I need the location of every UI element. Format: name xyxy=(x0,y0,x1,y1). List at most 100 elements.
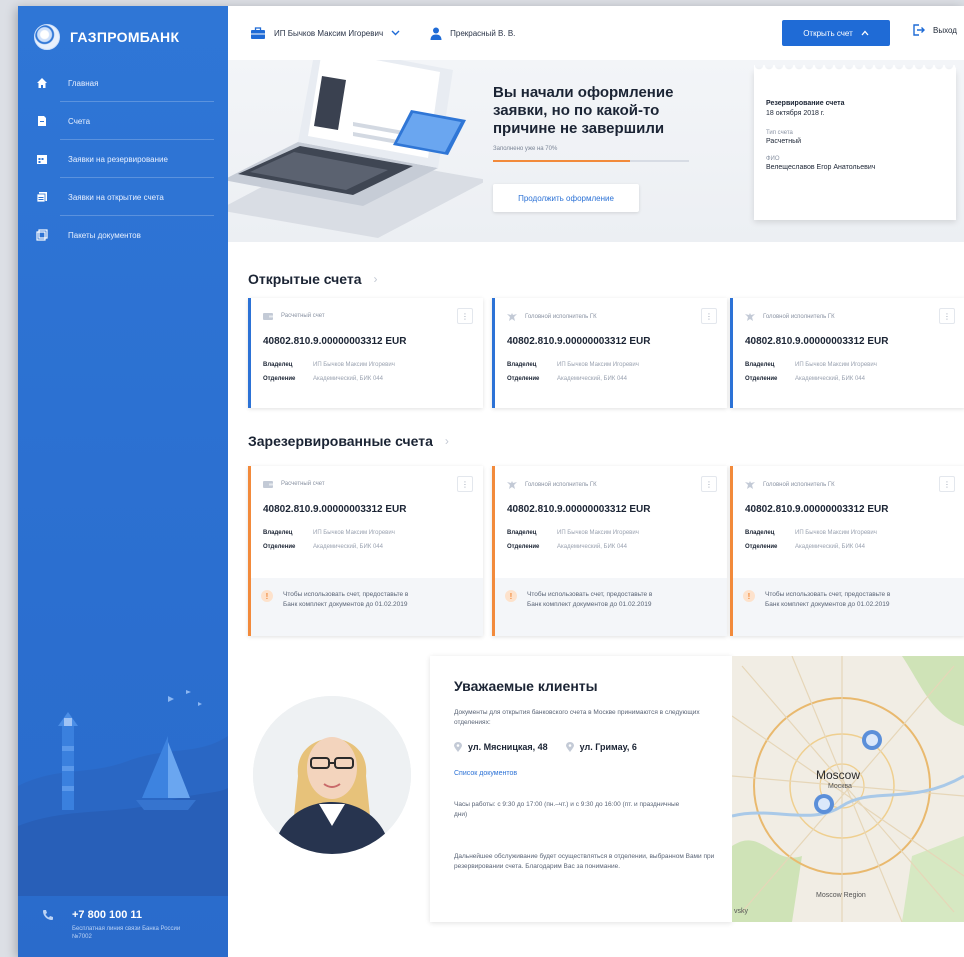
home-icon xyxy=(37,78,47,88)
owner-label: Владелец xyxy=(507,362,537,368)
notice-text: Чтобы использовать счет, предоставьте в … xyxy=(527,591,653,608)
chevron-right-icon: › xyxy=(444,434,449,448)
reserved-account-card[interactable]: Головной исполнитель ГК ⋮ 40802.810.9.00… xyxy=(492,466,727,636)
progress-bar-fill xyxy=(493,160,631,162)
location-pin-icon xyxy=(565,742,574,752)
info-intro: Документы для открытия банковского счета… xyxy=(454,709,700,726)
open-account-button[interactable]: Открыть счет xyxy=(782,20,890,46)
account-type: Расчетный счет xyxy=(281,481,325,487)
account-type: Головной исполнитель ГК xyxy=(763,481,835,488)
owner-value: ИП Бычков Максим Игоревич xyxy=(557,530,639,536)
org-selector[interactable]: ИП Бычков Максим Игоревич xyxy=(250,26,400,40)
sidebar-item-label: Главная xyxy=(68,78,99,88)
sidebar-item-label: Заявки на открытие счета xyxy=(68,192,164,202)
hotline: +7 800 100 11 Бесплатная линия связи Бан… xyxy=(42,909,182,941)
sidebar-item-reservations[interactable]: Заявки на резервирование xyxy=(18,140,228,178)
more-icon[interactable]: ⋮ xyxy=(939,476,955,492)
account-type: Головной исполнитель ГК xyxy=(525,481,597,488)
receipt-date: 18 октября 2018 г. xyxy=(766,110,825,117)
hotline-phone[interactable]: +7 800 100 11 xyxy=(72,909,182,921)
account-number: 40802.810.9.00000003312 EUR xyxy=(507,504,651,515)
chevron-up-icon xyxy=(861,30,869,36)
documents-notice: ! Чтобы использовать счет, предоставьте … xyxy=(495,578,727,636)
calendar-icon xyxy=(37,155,47,164)
banner-title: Вы начали оформление заявки, но по какой… xyxy=(493,84,674,137)
consultant-photo xyxy=(253,696,411,854)
offices-map[interactable]: Moscow Москва Moscow Region vsky xyxy=(732,656,964,922)
brand-logo[interactable]: ГАЗПРОМБАНК xyxy=(34,24,179,50)
branch-label: Отделение xyxy=(745,376,778,382)
more-icon[interactable]: ⋮ xyxy=(939,308,955,324)
info-title: Уважаемые клиенты xyxy=(454,678,598,694)
logout-icon xyxy=(913,24,925,36)
user-icon xyxy=(430,27,442,40)
folder-icon xyxy=(36,229,48,241)
wallet-icon xyxy=(263,313,273,320)
receipt-title: Резервирование счета xyxy=(766,100,845,107)
branch-value: Академический, БИК 044 xyxy=(557,544,627,550)
open-accounts-heading[interactable]: Открытые счета › xyxy=(248,271,378,287)
documents-notice: ! Чтобы использовать счет, предоставьте … xyxy=(733,578,964,636)
branch-label: Отделение xyxy=(745,544,778,550)
account-number: 40802.810.9.00000003312 EUR xyxy=(745,504,889,515)
map-pin-icon[interactable] xyxy=(862,730,882,750)
receipt-type-value: Расчетный xyxy=(766,138,802,145)
document-list-icon xyxy=(36,192,47,203)
more-icon[interactable]: ⋮ xyxy=(701,476,717,492)
account-card[interactable]: Головной исполнитель ГК ⋮ 40802.810.9.00… xyxy=(730,298,964,408)
user-profile[interactable]: Прекрасный В. В. xyxy=(430,27,515,40)
gazprombank-logo-icon xyxy=(34,24,60,50)
org-name: ИП Бычков Максим Игоревич xyxy=(274,28,384,38)
info-footer: Дальнейшее обслуживание будет осуществля… xyxy=(454,853,715,870)
notice-text: Чтобы использовать счет, предоставьте в … xyxy=(283,591,409,608)
hotline-note: Бесплатная линия связи Банка России №700… xyxy=(72,926,181,940)
owner-label: Владелец xyxy=(263,362,293,368)
unfinished-application-banner: Вы начали оформление заявки, но по какой… xyxy=(228,60,964,242)
receipt-who-label: ФИО xyxy=(766,156,780,162)
offices-info-card: Уважаемые клиенты Документы для открытия… xyxy=(430,656,732,922)
receipt-type-label: Тип счета xyxy=(766,130,793,136)
owner-value: ИП Бычков Максим Игоревич xyxy=(795,362,877,368)
sidebar-nav: Главная Счета Заявки на резервирование З… xyxy=(18,64,228,254)
more-icon[interactable]: ⋮ xyxy=(701,308,717,324)
working-hours: Часы работы: с 9:30 до 17:00 (пн.–чт.) и… xyxy=(454,801,680,818)
account-card[interactable]: Головной исполнитель ГК ⋮ 40802.810.9.00… xyxy=(492,298,727,408)
warning-icon: ! xyxy=(505,590,517,602)
map-pin-icon[interactable] xyxy=(814,794,834,814)
sidebar-item-label: Счета xyxy=(68,116,91,126)
sidebar-item-accounts[interactable]: Счета xyxy=(18,102,228,140)
owner-value: ИП Бычков Максим Игоревич xyxy=(313,530,395,536)
branch-value: Академический, БИК 044 xyxy=(795,376,865,382)
user-name: Прекрасный В. В. xyxy=(450,28,516,38)
branch-label: Отделение xyxy=(507,544,540,550)
account-type: Расчетный счет xyxy=(281,313,325,319)
continue-application-button[interactable]: Продолжить оформление xyxy=(493,184,639,212)
branch-label: Отделение xyxy=(263,376,296,382)
notice-text: Чтобы использовать счет, предоставьте в … xyxy=(765,591,891,608)
account-card[interactable]: Расчетный счет ⋮ 40802.810.9.00000003312… xyxy=(248,298,483,408)
reserved-account-card[interactable]: Расчетный счет ⋮ 40802.810.9.00000003312… xyxy=(248,466,483,636)
brand-name: ГАЗПРОМБАНК xyxy=(70,29,180,45)
more-icon[interactable]: ⋮ xyxy=(457,476,473,492)
account-number: 40802.810.9.00000003312 EUR xyxy=(263,504,407,515)
logout-button[interactable]: Выход xyxy=(912,24,957,36)
office-address-2[interactable]: ул. Гримау, 6 xyxy=(565,742,637,752)
branch-label: Отделение xyxy=(263,544,296,550)
sidebar-item-home[interactable]: Главная xyxy=(18,64,228,102)
documents-notice: ! Чтобы использовать счет, предоставьте … xyxy=(251,578,483,636)
progress-label: Заполнено уже на 70% xyxy=(493,146,558,152)
reserved-accounts-heading[interactable]: Зарезервированные счета › xyxy=(248,433,449,449)
sidebar-item-label: Пакеты документов xyxy=(68,230,141,240)
document-icon xyxy=(38,116,46,126)
account-type: Головной исполнитель ГК xyxy=(763,313,835,320)
office-address-1[interactable]: ул. Мясницкая, 48 xyxy=(454,742,548,752)
warning-icon: ! xyxy=(261,590,273,602)
documents-list-link[interactable]: Список документов xyxy=(454,770,517,777)
section-title: Открытые счета xyxy=(248,271,362,287)
reserved-account-card[interactable]: Головной исполнитель ГК ⋮ 40802.810.9.00… xyxy=(730,466,964,636)
sidebar-item-doc-packages[interactable]: Пакеты документов xyxy=(18,216,228,254)
more-icon[interactable]: ⋮ xyxy=(457,308,473,324)
address-text: ул. Мясницкая, 48 xyxy=(468,742,548,752)
map-city-label: Moscow xyxy=(816,768,861,782)
sidebar-item-open-requests[interactable]: Заявки на открытие счета xyxy=(18,178,228,216)
